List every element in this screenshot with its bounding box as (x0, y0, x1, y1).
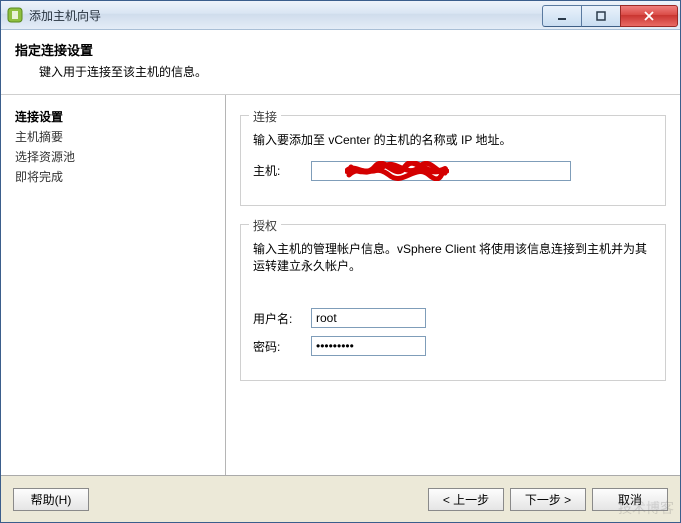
password-label: 密码: (253, 338, 311, 355)
connection-instruction: 输入要添加至 vCenter 的主机的名称或 IP 地址。 (253, 132, 653, 149)
next-button[interactable]: 下一步 > (510, 488, 586, 511)
host-label: 主机: (253, 162, 311, 179)
step-nav: 连接设置 主机摘要 选择资源池 即将完成 (1, 95, 226, 475)
connection-group: 连接 输入要添加至 vCenter 的主机的名称或 IP 地址。 主机: (240, 115, 666, 206)
back-button[interactable]: < 上一步 (428, 488, 504, 511)
cancel-button[interactable]: 取消 (592, 488, 668, 511)
window-controls (543, 5, 678, 25)
step-ready-complete: 即将完成 (15, 167, 211, 187)
connection-legend: 连接 (249, 108, 281, 125)
help-button[interactable]: 帮助(H) (13, 488, 89, 511)
wizard-header: 指定连接设置 键入用于连接至该主机的信息。 (1, 30, 680, 95)
authorization-group: 授权 输入主机的管理帐户信息。vSphere Client 将使用该信息连接到主… (240, 224, 666, 382)
step-host-summary: 主机摘要 (15, 127, 211, 147)
step-resource-pool: 选择资源池 (15, 147, 211, 167)
authorization-instruction: 输入主机的管理帐户信息。vSphere Client 将使用该信息连接到主机并为… (253, 241, 653, 275)
wizard-content: 连接 输入要添加至 vCenter 的主机的名称或 IP 地址。 主机: 授权 … (226, 95, 680, 475)
step-connection-settings[interactable]: 连接设置 (15, 107, 211, 127)
page-title: 指定连接设置 (15, 40, 666, 59)
window-title: 添加主机向导 (29, 7, 543, 24)
wizard-window: 添加主机向导 指定连接设置 键入用于连接至该主机的信息。 连接设置 主机摘要 选… (0, 0, 681, 523)
wizard-body: 连接设置 主机摘要 选择资源池 即将完成 连接 输入要添加至 vCenter 的… (1, 95, 680, 475)
password-input[interactable] (311, 336, 426, 356)
titlebar: 添加主机向导 (1, 1, 680, 30)
minimize-button[interactable] (542, 5, 582, 27)
app-icon (7, 7, 23, 23)
authorization-legend: 授权 (249, 217, 281, 234)
maximize-button[interactable] (581, 5, 621, 27)
page-subtitle: 键入用于连接至该主机的信息。 (39, 63, 666, 80)
username-label: 用户名: (253, 310, 311, 327)
host-input[interactable] (311, 161, 571, 181)
wizard-footer: 帮助(H) < 上一步 下一步 > 取消 (1, 475, 680, 522)
close-button[interactable] (620, 5, 678, 27)
username-input[interactable] (311, 308, 426, 328)
